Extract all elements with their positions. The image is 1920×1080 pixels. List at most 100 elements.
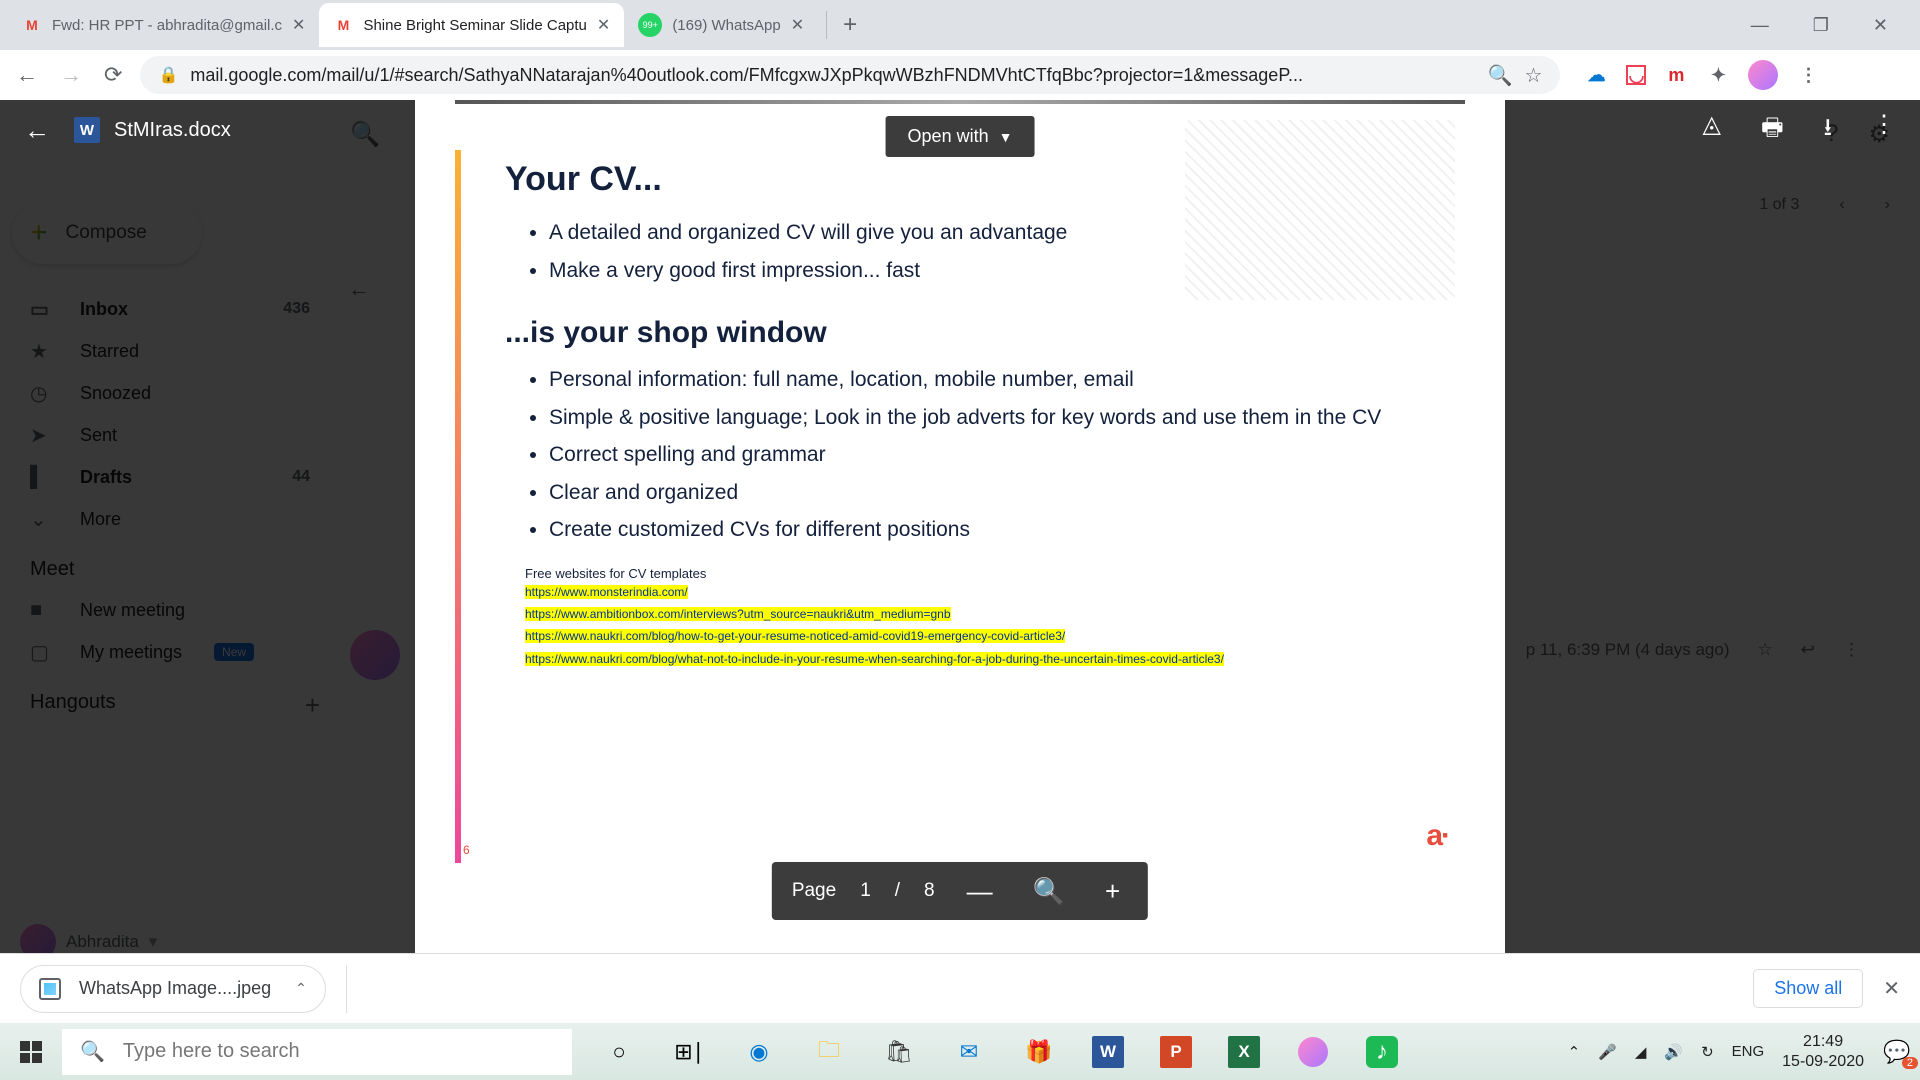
excel-app-icon[interactable]: X	[1228, 1036, 1260, 1068]
search-icon: 🔍	[80, 1039, 105, 1064]
chrome-app-icon[interactable]	[1296, 1035, 1330, 1069]
doc-heading-2: ...is your shop window	[505, 316, 1445, 350]
reload-button[interactable]: ⟳	[100, 58, 126, 92]
pocket-icon[interactable]: ◡	[1626, 65, 1646, 85]
page-separator: /	[895, 880, 900, 902]
profile-avatar[interactable]	[1748, 60, 1778, 90]
shelf-close-icon[interactable]: ✕	[1883, 976, 1900, 1001]
doc-bullet: Create customized CVs for different posi…	[549, 514, 1445, 546]
microphone-icon[interactable]: 🎤	[1598, 1043, 1617, 1061]
tray-chevron-icon[interactable]: ⌃	[1568, 1043, 1581, 1061]
notifications-icon[interactable]: 💬2	[1882, 1037, 1912, 1067]
tab-title: Fwd: HR PPT - abhradita@gmail.c	[52, 17, 282, 34]
divider	[346, 965, 347, 1013]
doc-bullet: Correct spelling and grammar	[549, 439, 1445, 471]
maximize-icon[interactable]: ❐	[1801, 11, 1841, 40]
extensions-area: ☁ ◡ m ✦ ⋮	[1574, 60, 1830, 90]
page-total: 8	[924, 880, 935, 902]
task-view-icon[interactable]: ⊞∣	[672, 1035, 706, 1069]
search-icon[interactable]: 🔍	[1488, 63, 1513, 88]
doc-link[interactable]: https://www.naukri.com/blog/what-not-to-…	[525, 652, 1224, 666]
mail-app-icon[interactable]: ✉	[952, 1035, 986, 1069]
page-current[interactable]: 1	[860, 880, 871, 902]
close-icon[interactable]: ✕	[791, 15, 804, 35]
close-icon[interactable]: ✕	[292, 15, 305, 35]
word-app-icon[interactable]: W	[1092, 1036, 1124, 1068]
spotify-app-icon[interactable]: ♪	[1366, 1036, 1398, 1068]
document-page[interactable]: Your CV... A detailed and organized CV w…	[415, 100, 1505, 953]
taskbar-apps: ○ ⊞∣ ◉ 🗀 🛍 ✉ 🎁 W P X ♪	[582, 1035, 1398, 1069]
close-window-icon[interactable]: ✕	[1861, 11, 1900, 40]
edge-icon[interactable]: ◉	[742, 1035, 776, 1069]
extensions-icon[interactable]: ✦	[1706, 63, 1730, 87]
browser-chrome: M Fwd: HR PPT - abhradita@gmail.c ✕ M Sh…	[0, 0, 1920, 100]
windows-logo-icon	[20, 1041, 42, 1063]
browser-tab-2[interactable]: 99+ (169) WhatsApp ✕	[624, 3, 818, 47]
viewer-actions: ◬ 🖶 ⭳ ⋮	[1702, 110, 1896, 151]
zoom-out-button[interactable]: —	[959, 876, 1001, 907]
gmail-favicon-icon: M	[333, 15, 353, 35]
tab-title: (169) WhatsApp	[672, 17, 780, 34]
forward-button[interactable]: →	[56, 58, 86, 92]
add-to-drive-icon[interactable]: ◬	[1702, 110, 1720, 151]
system-tray: ⌃ 🎤 ◢ 🔊 ↻ ENG 21:49 15-09-2020 💬2	[1568, 1032, 1920, 1070]
onedrive-icon[interactable]: ☁	[1584, 63, 1608, 87]
star-icon[interactable]: ☆	[1525, 63, 1543, 88]
sync-icon[interactable]: ↻	[1701, 1043, 1714, 1061]
chrome-menu-icon[interactable]: ⋮	[1796, 63, 1820, 87]
windows-taskbar: 🔍 Type here to search ○ ⊞∣ ◉ 🗀 🛍 ✉ 🎁 W P…	[0, 1023, 1920, 1080]
page-control-bar: Page 1 / 8 — 🔍 +	[772, 862, 1148, 920]
image-file-icon	[39, 978, 61, 1000]
doc-links-list: https://www.monsterindia.com/ https://ww…	[525, 581, 1445, 671]
download-item[interactable]: WhatsApp Image....jpeg ⌃	[20, 965, 326, 1013]
address-bar-row: ← → ⟳ 🔒 mail.google.com/mail/u/1/#search…	[0, 50, 1920, 100]
search-placeholder: Type here to search	[123, 1040, 300, 1063]
doc-bullet: Clear and organized	[549, 477, 1445, 509]
browser-tab-1[interactable]: M Shine Bright Seminar Slide Captu ✕	[319, 3, 624, 47]
close-icon[interactable]: ✕	[597, 15, 610, 35]
notif-badge: 2	[1902, 1057, 1918, 1069]
zoom-in-button[interactable]: +	[1097, 876, 1128, 907]
back-button[interactable]: ←	[12, 58, 42, 92]
cortana-icon[interactable]: ○	[602, 1035, 636, 1069]
powerpoint-app-icon[interactable]: P	[1160, 1036, 1192, 1068]
lock-icon: 🔒	[158, 65, 178, 85]
open-with-button[interactable]: Open with ▼	[886, 116, 1035, 157]
doc-brand-logo-icon: a·	[1426, 819, 1449, 853]
print-icon[interactable]: 🖶	[1761, 110, 1784, 151]
tab-strip: M Fwd: HR PPT - abhradita@gmail.c ✕ M Sh…	[0, 0, 1920, 50]
start-button[interactable]	[0, 1023, 62, 1080]
show-all-button[interactable]: Show all	[1753, 969, 1863, 1008]
file-explorer-icon[interactable]: 🗀	[812, 1035, 846, 1069]
doc-link[interactable]: https://www.naukri.com/blog/how-to-get-y…	[525, 629, 1065, 643]
taskbar-search[interactable]: 🔍 Type here to search	[62, 1029, 572, 1075]
doc-bullet: Personal information: full name, locatio…	[549, 364, 1445, 396]
gift-icon[interactable]: 🎁	[1022, 1035, 1056, 1069]
window-controls: — ❐ ✕	[1739, 11, 1920, 40]
wifi-icon[interactable]: ◢	[1635, 1043, 1647, 1061]
viewer-more-icon[interactable]: ⋮	[1872, 110, 1896, 151]
tab-title: Shine Bright Seminar Slide Captu	[363, 17, 586, 34]
clock-time: 21:49	[1782, 1032, 1864, 1051]
microsoft-store-icon[interactable]: 🛍	[882, 1035, 916, 1069]
links-heading: Free websites for CV templates	[525, 566, 1445, 581]
url-text: mail.google.com/mail/u/1/#search/SathyaN…	[190, 65, 1475, 86]
download-icon[interactable]: ⭳	[1824, 110, 1832, 151]
mega-icon[interactable]: m	[1664, 63, 1688, 87]
doc-link[interactable]: https://www.monsterindia.com/	[525, 585, 688, 599]
doc-page-number: 6	[463, 843, 470, 857]
address-bar[interactable]: 🔒 mail.google.com/mail/u/1/#search/Sathy…	[140, 56, 1560, 94]
minimize-icon[interactable]: —	[1739, 11, 1781, 40]
language-indicator[interactable]: ENG	[1732, 1043, 1765, 1060]
zoom-reset-button[interactable]: 🔍	[1025, 876, 1073, 907]
taskbar-clock[interactable]: 21:49 15-09-2020	[1782, 1032, 1864, 1070]
browser-tab-0[interactable]: M Fwd: HR PPT - abhradita@gmail.c ✕	[8, 3, 319, 47]
chevron-up-icon[interactable]: ⌃	[295, 980, 307, 997]
doc-link[interactable]: https://www.ambitionbox.com/interviews?u…	[525, 607, 951, 621]
chevron-down-icon: ▼	[999, 129, 1013, 145]
new-tab-button[interactable]: +	[826, 11, 873, 39]
volume-icon[interactable]: 🔊	[1664, 1043, 1683, 1061]
clock-date: 15-09-2020	[1782, 1052, 1864, 1071]
whatsapp-favicon-icon: 99+	[638, 13, 662, 37]
viewer-back-button[interactable]: ←	[24, 115, 50, 146]
